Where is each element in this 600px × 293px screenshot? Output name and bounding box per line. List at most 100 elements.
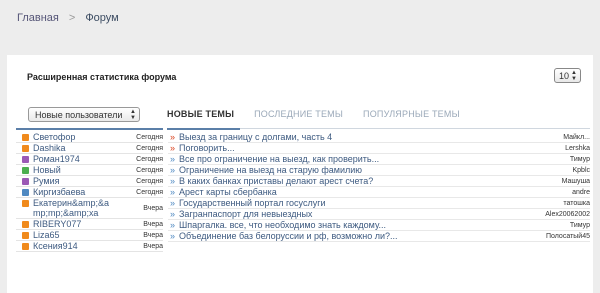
user-row: Екатерин&amp;&amp;mp;&amp;ха Вчера bbox=[16, 198, 163, 219]
topic-title-link[interactable]: Объединение баз белоруссии и рф, возможн… bbox=[179, 231, 398, 242]
topic-title-link[interactable]: Шпаргалка. все, что необходимо знать каж… bbox=[179, 220, 386, 231]
topic-title-link[interactable]: Государственный портал госуслуги bbox=[179, 198, 326, 209]
topic-title-link[interactable]: Ограничение на выезд на старую фамилию bbox=[179, 165, 362, 176]
topic-title-link[interactable]: Поговорить... bbox=[179, 143, 235, 154]
topic-row: » Ограничение на выезд на старую фамилию K… bbox=[168, 165, 590, 176]
user-joined-date: Сегодня bbox=[136, 167, 163, 174]
topics-list: » Выезд за границу с долгами, часть 4 Майк… bbox=[168, 132, 590, 242]
topic-row: » Поговорить... Lershka bbox=[168, 143, 590, 154]
user-row: Румия Сегодня bbox=[16, 176, 163, 187]
topic-author-link[interactable]: Alex20062002 bbox=[545, 209, 590, 220]
user-joined-date: Вчера bbox=[143, 221, 163, 228]
user-row: Новый Сегодня bbox=[16, 165, 163, 176]
user-name-link[interactable]: Киргизбаева bbox=[33, 187, 133, 198]
user-name-link[interactable]: Румия bbox=[33, 176, 133, 187]
forum-stats-panel: Расширенная статистика форума 10 ▲ ▼ Новы… bbox=[7, 55, 593, 293]
user-row: Liza65 Вчера bbox=[16, 230, 163, 241]
user-rank-icon bbox=[22, 232, 29, 239]
user-joined-date: Вчера bbox=[143, 232, 163, 239]
topic-row: » Выезд за границу с долгами, часть 4 Майк… bbox=[168, 132, 590, 143]
user-name-link[interactable]: Екатерин&amp;&amp;mp;&amp;ха bbox=[33, 198, 113, 218]
topic-row: » Шпаргалка. все, что необходимо знать ка… bbox=[168, 220, 590, 231]
topic-author-link[interactable]: Kpblc bbox=[572, 165, 590, 176]
user-name-link[interactable]: Liza65 bbox=[33, 230, 133, 241]
user-row: Ксения914 Вчера bbox=[16, 241, 163, 252]
topic-author-link[interactable]: Lershka bbox=[565, 143, 590, 154]
topic-author-link[interactable]: татошка bbox=[563, 198, 590, 209]
topic-author-link[interactable]: andre bbox=[572, 187, 590, 198]
topic-row: » Арест карты сбербанка andre bbox=[168, 187, 590, 198]
topic-row: » Загранпаспорт для невыездных Alex2006200… bbox=[168, 209, 590, 220]
topic-arrow-icon: » bbox=[169, 175, 175, 186]
topic-title-link[interactable]: Все про ограничение на выезд, как провер… bbox=[179, 154, 379, 165]
topic-arrow-icon: » bbox=[169, 153, 175, 164]
user-joined-date: Вчера bbox=[143, 205, 163, 212]
tab-new-topics[interactable]: НОВЫЕ ТЕМЫ bbox=[167, 109, 234, 123]
breadcrumb-home-link[interactable]: Главная bbox=[17, 12, 59, 24]
updown-arrows-icon: ▲ ▼ bbox=[130, 108, 136, 121]
user-row: RIBERY077 Вчера bbox=[16, 219, 163, 230]
users-divider bbox=[16, 128, 163, 130]
user-name-link[interactable]: RIBERY077 bbox=[33, 219, 133, 230]
user-joined-date: Сегодня bbox=[136, 156, 163, 163]
user-rank-icon bbox=[22, 189, 29, 196]
user-name-link[interactable]: Новый bbox=[33, 165, 133, 176]
topic-row: » В каких банках приставы делают арест сч… bbox=[168, 176, 590, 187]
breadcrumb: Главная > Форум bbox=[0, 0, 600, 36]
user-joined-date: Вчера bbox=[143, 243, 163, 250]
user-joined-date: Сегодня bbox=[136, 145, 163, 152]
user-name-link[interactable]: Роман1974 bbox=[33, 154, 133, 165]
tabs-divider bbox=[167, 128, 590, 130]
user-joined-date: Сегодня bbox=[136, 134, 163, 141]
breadcrumb-separator: > bbox=[68, 12, 76, 24]
user-joined-date: Сегодня bbox=[136, 189, 163, 196]
breadcrumb-current: Форум bbox=[85, 12, 119, 24]
user-rank-icon bbox=[22, 178, 29, 185]
per-page-value: 10 bbox=[559, 70, 570, 81]
topic-arrow-icon: » bbox=[169, 142, 175, 153]
user-rank-icon bbox=[22, 200, 29, 207]
topic-arrow-icon: » bbox=[169, 186, 175, 197]
user-row: Светофор Сегодня bbox=[16, 132, 163, 143]
tab-latest-topics[interactable]: ПОСЛЕДНИЕ ТЕМЫ bbox=[254, 109, 343, 123]
user-joined-date: Сегодня bbox=[136, 178, 163, 185]
topic-arrow-icon: » bbox=[169, 219, 175, 230]
updown-arrows-icon: ▲ ▼ bbox=[571, 69, 577, 82]
topic-author-link[interactable]: Машуша bbox=[562, 176, 590, 187]
topic-author-link[interactable]: Майкл... bbox=[563, 132, 590, 143]
topic-row: » Государственный портал госуслуги татошка bbox=[168, 198, 590, 209]
user-rank-icon bbox=[22, 134, 29, 141]
user-row: Киргизбаева Сегодня bbox=[16, 187, 163, 198]
topic-arrow-icon: » bbox=[169, 230, 175, 241]
topic-arrow-icon: » bbox=[169, 208, 175, 219]
topic-arrow-icon: » bbox=[169, 131, 175, 142]
user-row: Роман1974 Сегодня bbox=[16, 154, 163, 165]
user-rank-icon bbox=[22, 221, 29, 228]
topic-title-link[interactable]: Выезд за границу с долгами, часть 4 bbox=[179, 132, 332, 143]
user-name-link[interactable]: Ксения914 bbox=[33, 241, 133, 252]
topic-author-link[interactable]: Полосатый45 bbox=[546, 231, 590, 242]
stats-title: Расширенная статистика форума bbox=[27, 72, 177, 82]
topic-author-link[interactable]: Тимур bbox=[570, 154, 590, 165]
user-rank-icon bbox=[22, 167, 29, 174]
topic-title-link[interactable]: Загранпаспорт для невыездных bbox=[179, 209, 312, 220]
user-rank-icon bbox=[22, 156, 29, 163]
topic-arrow-icon: » bbox=[169, 197, 175, 208]
users-filter-select[interactable]: Новые пользователи ▲ ▼ bbox=[28, 107, 140, 122]
topic-tabs: НОВЫЕ ТЕМЫ ПОСЛЕДНИЕ ТЕМЫ ПОПУЛЯРНЫЕ ТЕМ… bbox=[167, 109, 480, 123]
tab-popular-topics[interactable]: ПОПУЛЯРНЫЕ ТЕМЫ bbox=[363, 109, 460, 123]
user-name-link[interactable]: Светофор bbox=[33, 132, 133, 143]
active-tab-indicator bbox=[167, 128, 240, 130]
topic-author-link[interactable]: Тимур bbox=[570, 220, 590, 231]
topic-title-link[interactable]: Арест карты сбербанка bbox=[179, 187, 277, 198]
user-name-link[interactable]: Dashika bbox=[33, 143, 133, 154]
user-rank-icon bbox=[22, 243, 29, 250]
new-users-list: Светофор Сегодня Dashika Сегодня Роман1974… bbox=[16, 132, 163, 252]
topic-arrow-icon: » bbox=[169, 164, 175, 175]
per-page-select[interactable]: 10 ▲ ▼ bbox=[554, 68, 581, 83]
user-row: Dashika Сегодня bbox=[16, 143, 163, 154]
topic-row: » Все про ограничение на выезд, как прове… bbox=[168, 154, 590, 165]
users-filter-value: Новые пользователи bbox=[35, 109, 123, 120]
user-rank-icon bbox=[22, 145, 29, 152]
topic-title-link[interactable]: В каких банках приставы делают арест сче… bbox=[179, 176, 373, 187]
